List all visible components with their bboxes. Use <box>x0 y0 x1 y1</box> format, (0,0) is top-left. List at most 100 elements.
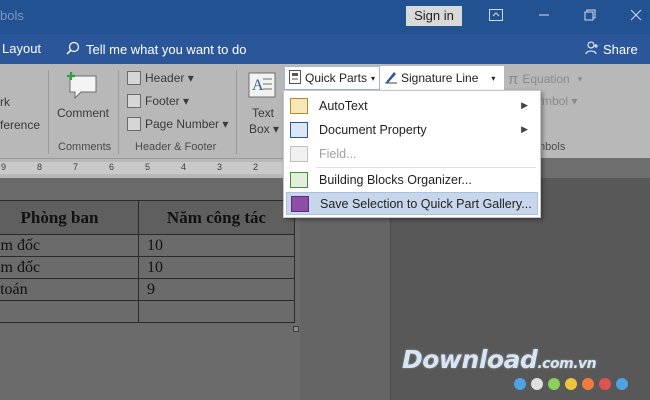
text-box-label-1[interactable]: Text <box>252 106 274 120</box>
signature-pen-icon <box>384 70 398 87</box>
ribbon-partial-label-2[interactable]: ference <box>0 118 40 132</box>
ribbon-partial-label-1[interactable]: rk <box>0 95 10 109</box>
watermark-suffix: .com.vn <box>537 356 597 372</box>
pi-icon: π <box>508 70 519 88</box>
quick-parts-label: Quick Parts <box>305 71 368 85</box>
tab-layout[interactable]: Layout <box>2 41 41 56</box>
share-person-icon <box>585 41 599 58</box>
document-table[interactable]: Phòng ban Năm công tác iám đốc 10 iám đố… <box>0 200 295 323</box>
watermark-dot <box>582 378 594 390</box>
ribbon-tab-row: Layout Tell me what you want to do Share <box>0 34 650 64</box>
equation-label: Equation <box>522 72 570 86</box>
table-cell[interactable]: 10 <box>138 256 295 279</box>
share-button[interactable]: Share <box>585 41 638 58</box>
table-resize-handle[interactable] <box>293 326 299 332</box>
chevron-down-icon: ▾ <box>491 73 496 83</box>
building-blocks-icon <box>290 171 308 188</box>
signature-line-label: Signature Line <box>401 71 479 85</box>
menu-item-save-selection[interactable]: Save Selection to Quick Part Gallery... <box>286 192 538 215</box>
menu-item-field: Field... <box>286 142 538 165</box>
table-row: ế toán 9 <box>0 278 295 301</box>
document-property-icon <box>290 121 308 138</box>
ruler-number: 9 <box>1 162 7 172</box>
header-button[interactable]: Header ▾ <box>145 71 194 85</box>
ruler-number: 2 <box>253 162 259 172</box>
menu-item-building-blocks-organizer[interactable]: Building Blocks Organizer... <box>286 168 538 191</box>
menu-item-autotext[interactable]: AutoText ▶ <box>286 94 538 117</box>
text-box-label-2: Box <box>249 122 270 136</box>
footer-label: Footer <box>145 94 180 108</box>
autotext-icon <box>290 97 308 114</box>
close-icon[interactable] <box>624 5 648 27</box>
menu-item-label: Field... <box>319 146 357 161</box>
watermark-dot <box>531 378 543 390</box>
comment-icon[interactable] <box>67 70 99 105</box>
table-cell[interactable]: 10 <box>138 234 295 257</box>
menu-item-document-property[interactable]: Document Property ▶ <box>286 118 538 141</box>
watermark-dots <box>514 378 628 390</box>
ruler-number: 8 <box>37 162 43 172</box>
table-header-cell[interactable]: Phòng ban <box>0 200 139 235</box>
comments-group-label: Comments <box>58 141 112 153</box>
svg-text:A: A <box>252 77 264 94</box>
menu-item-label: AutoText <box>319 98 368 113</box>
search-icon <box>66 41 80 58</box>
quick-parts-button[interactable]: Quick Parts ▾ <box>284 66 380 90</box>
table-header-row: Phòng ban Năm công tác <box>0 200 295 235</box>
table-cell[interactable]: ế toán <box>0 278 139 301</box>
table-row: iám đốc 10 <box>0 256 295 279</box>
tell-me-box[interactable]: Tell me what you want to do <box>66 41 246 58</box>
page-number-label: Page Number <box>145 117 220 131</box>
signature-line-button[interactable]: Signature Line ▾ <box>380 66 504 90</box>
sign-in-button[interactable]: Sign in <box>406 6 462 26</box>
ruler-number: 7 <box>73 162 79 172</box>
text-box-icon[interactable]: A <box>248 72 276 103</box>
chevron-down-icon: ▾ <box>371 73 376 83</box>
submenu-arrow-icon: ▶ <box>521 124 528 134</box>
header-label: Header <box>145 71 185 85</box>
ribbon-separator <box>118 70 119 154</box>
menu-item-label: Building Blocks Organizer... <box>319 172 472 187</box>
submenu-arrow-icon: ▶ <box>521 100 528 110</box>
footer-icon <box>127 94 141 108</box>
share-label: Share <box>603 42 638 57</box>
ruler-number: 3 <box>217 162 223 172</box>
ribbon-display-options-icon[interactable] <box>484 5 508 27</box>
ruler-number: 6 <box>109 162 115 172</box>
minimize-icon[interactable] <box>532 5 556 27</box>
menu-item-label: Save Selection to Quick Part Gallery... <box>320 196 532 211</box>
menu-item-label: Document Property <box>319 122 427 137</box>
watermark-dot <box>616 378 628 390</box>
ruler-number: 5 <box>145 162 151 172</box>
table-cell[interactable] <box>138 300 295 323</box>
page-number-button[interactable]: Page Number ▾ <box>145 117 228 131</box>
chevron-down-icon: ▾ <box>577 73 583 84</box>
header-icon <box>127 71 141 85</box>
field-icon <box>290 145 308 162</box>
tell-me-text: Tell me what you want to do <box>86 42 247 57</box>
table-cell[interactable]: iám đốc <box>0 256 139 279</box>
equation-button[interactable]: π Equation ▾ <box>508 68 598 90</box>
window-title: bols <box>0 8 24 23</box>
watermark-dot <box>548 378 560 390</box>
watermark-brand: Download <box>402 345 538 374</box>
comment-button[interactable]: Comment <box>57 106 109 120</box>
footer-button[interactable]: Footer ▾ <box>145 94 189 108</box>
page-number-icon <box>127 117 141 131</box>
quick-parts-menu: AutoText ▶ Document Property ▶ Field... … <box>283 90 541 218</box>
watermark-dot <box>599 378 611 390</box>
save-selection-icon <box>291 195 309 212</box>
table-cell[interactable]: 9 <box>138 278 295 301</box>
restore-icon[interactable] <box>578 5 602 27</box>
header-footer-group-label: Header & Footer <box>135 141 217 153</box>
table-header-cell[interactable]: Năm công tác <box>138 200 295 235</box>
watermark-dot <box>514 378 526 390</box>
text-box-button[interactable]: Box ▾ <box>249 122 279 136</box>
ribbon-separator <box>48 70 49 154</box>
quick-parts-icon <box>289 69 301 87</box>
table-cell[interactable]: iám đốc <box>0 234 139 257</box>
table-row <box>0 300 295 323</box>
table-cell[interactable] <box>0 300 139 323</box>
ruler-number: 4 <box>181 162 187 172</box>
title-bar: bols Sign in <box>0 0 650 34</box>
